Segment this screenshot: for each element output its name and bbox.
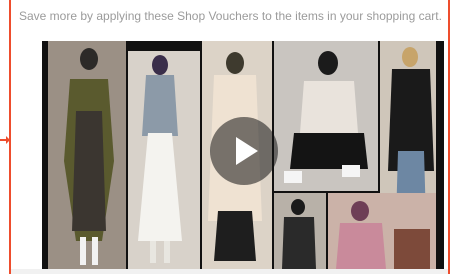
voucher-notice-text: Save more by applying these Shop Voucher… [19,9,442,23]
pointer-arrow-icon [0,136,10,144]
play-button[interactable] [210,117,278,185]
section-divider [11,269,448,274]
play-icon [236,137,258,165]
video-player[interactable] [42,41,444,269]
